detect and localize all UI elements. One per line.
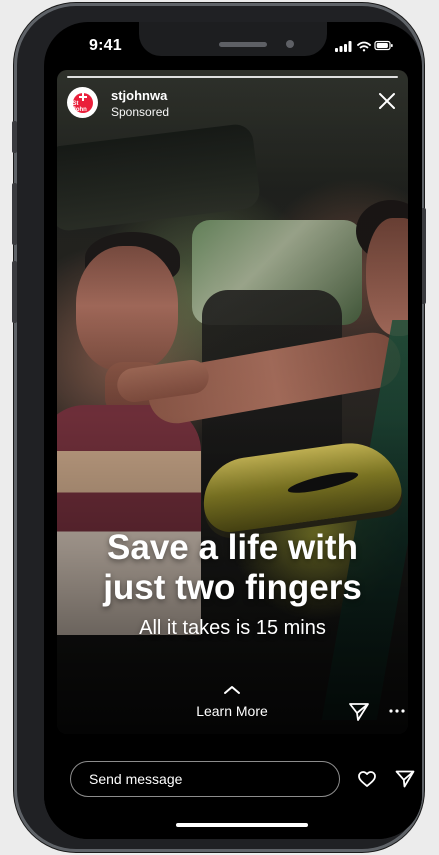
brand-mark-text: St John — [72, 100, 87, 113]
send-message-input[interactable] — [71, 762, 339, 796]
volume-down-button — [12, 261, 17, 323]
mute-switch — [12, 121, 17, 153]
home-indicator — [176, 823, 308, 827]
story-header: St John stjohnwa Sponsored — [67, 87, 398, 121]
status-icons — [335, 40, 393, 52]
front-camera — [286, 40, 294, 48]
send-icon[interactable] — [395, 770, 415, 788]
canvas: 9:41 St John stjohnwa Sponsored Save a l… — [0, 0, 439, 855]
story-card[interactable]: St John stjohnwa Sponsored Save a life w… — [57, 70, 408, 734]
status-time: 9:41 — [89, 37, 122, 54]
notch — [139, 22, 327, 56]
story-headline: Save a life with just two fingers — [103, 528, 362, 607]
story-progress-bar — [67, 76, 398, 78]
message-box[interactable] — [70, 761, 340, 797]
cross-icon — [78, 92, 87, 101]
status-bar: 9:41 — [44, 22, 422, 72]
send-icon[interactable] — [348, 702, 370, 722]
battery-icon — [374, 40, 393, 51]
wifi-icon — [357, 41, 371, 52]
learn-more-label: Learn More — [196, 703, 268, 719]
story-footer — [44, 745, 422, 839]
phone-screen: 9:41 St John stjohnwa Sponsored Save a l… — [44, 22, 422, 839]
signal-icon — [335, 41, 352, 52]
st-john-logo: St John — [72, 92, 93, 113]
account-name[interactable]: stjohnwa — [111, 88, 167, 103]
more-horizontal-icon[interactable] — [388, 707, 406, 715]
chevron-up-icon — [224, 686, 240, 694]
heart-icon[interactable] — [357, 770, 377, 788]
volume-up-button — [12, 183, 17, 245]
story-subheadline: All it takes is 15 mins — [139, 617, 326, 639]
learn-more-button[interactable]: Learn More — [181, 684, 283, 722]
speaker — [219, 42, 267, 47]
close-icon[interactable] — [377, 91, 397, 111]
brand-avatar[interactable]: St John — [67, 87, 98, 118]
phone-frame: 9:41 St John stjohnwa Sponsored Save a l… — [12, 3, 426, 852]
sponsored-label: Sponsored — [111, 105, 170, 119]
